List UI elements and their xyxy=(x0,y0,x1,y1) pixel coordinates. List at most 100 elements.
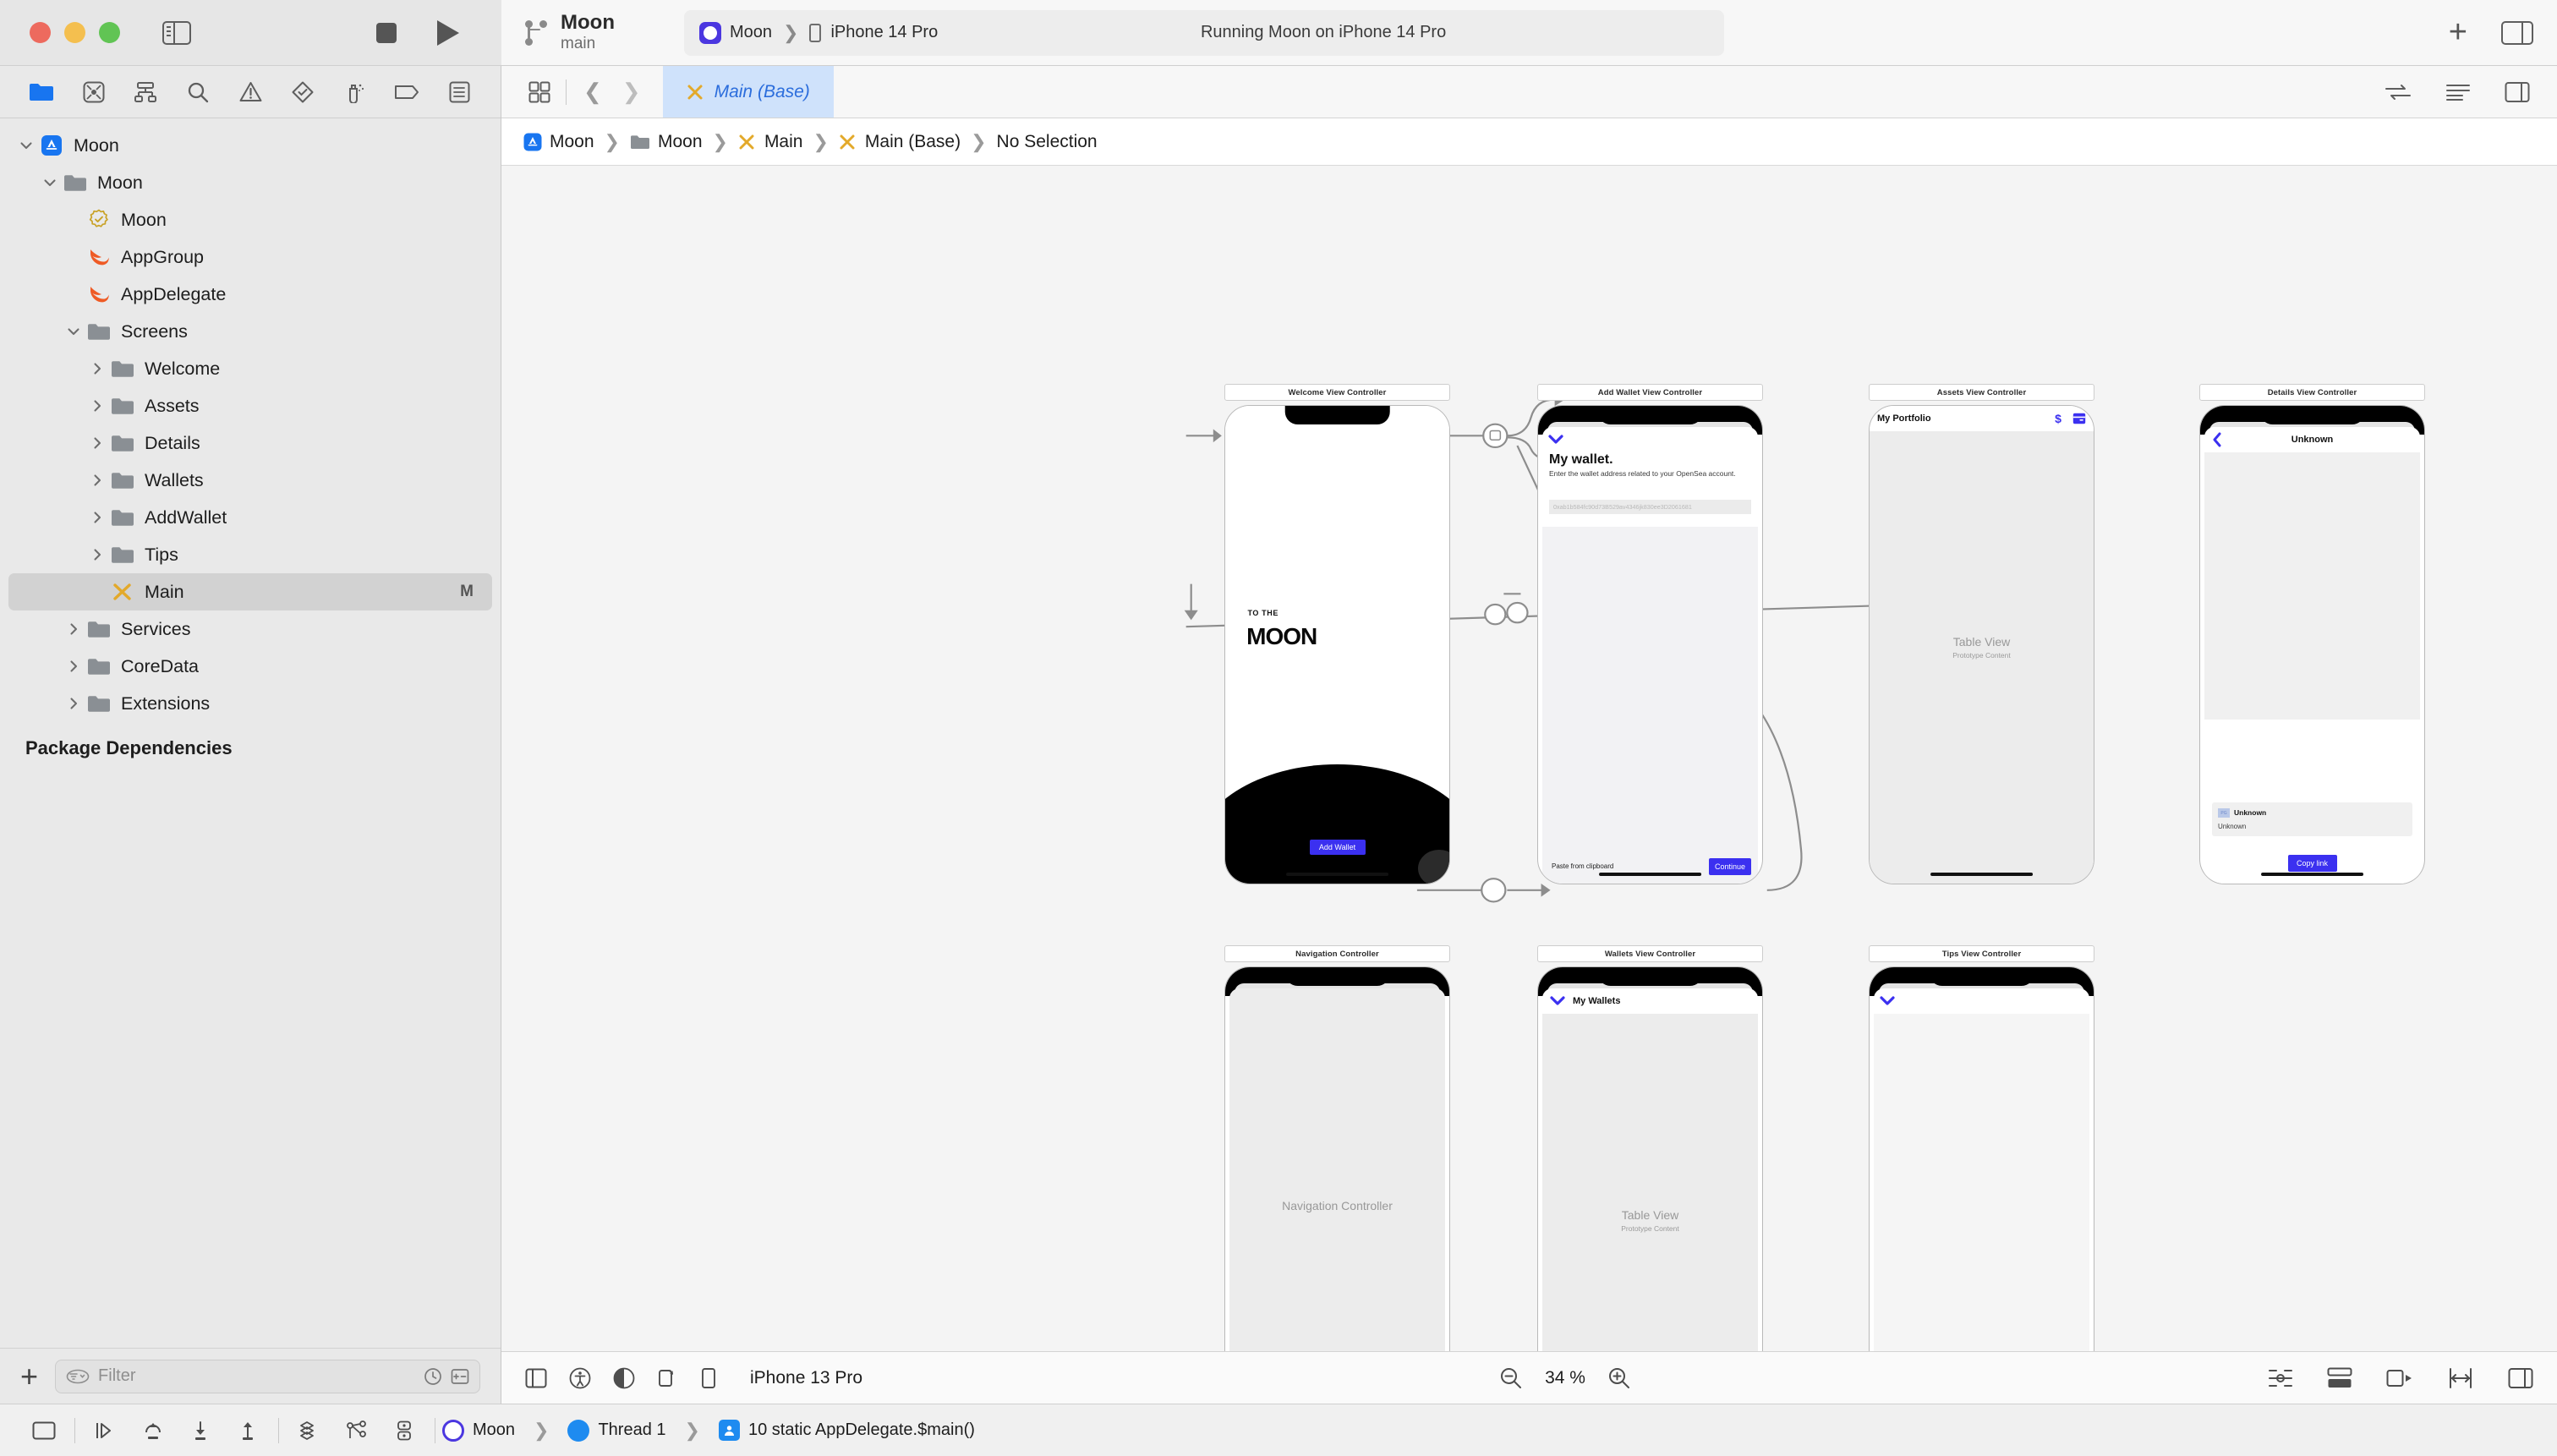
navigator-tab-hierarchy[interactable] xyxy=(120,66,172,118)
twisty-closed-icon[interactable] xyxy=(86,512,108,523)
dismiss-chevron-icon[interactable] xyxy=(1548,434,1563,449)
continue-button[interactable]: Continue xyxy=(1709,858,1751,875)
welcome-add-wallet-button[interactable]: Add Wallet xyxy=(1309,840,1366,855)
project-info[interactable]: Moon main xyxy=(561,11,615,53)
wallet-address-input[interactable]: 0xab1b584fc90d73B529av4346jk830ee3D20616… xyxy=(1549,500,1751,514)
breadcrumb-item-0[interactable]: Moon xyxy=(523,132,594,152)
breadcrumb-item-1[interactable]: Moon xyxy=(630,132,703,152)
resolve-issues-icon[interactable] xyxy=(2386,1367,2413,1389)
embed-icon[interactable] xyxy=(2327,1367,2352,1389)
navigator-row-assets[interactable]: Assets xyxy=(0,387,501,424)
assets-table-view[interactable]: Table View Prototype Content xyxy=(1870,431,2094,884)
window-controls[interactable] xyxy=(0,22,120,43)
assets-phone[interactable]: My Portfolio $ Table View Prototype Cont… xyxy=(1869,405,2094,884)
welcome-phone[interactable]: TO THE MOON Add Wallet xyxy=(1224,405,1450,884)
canvas-device-label[interactable]: iPhone 13 Pro xyxy=(750,1368,862,1388)
navigator-tab-project[interactable] xyxy=(15,66,68,118)
scene-title-tips[interactable]: Tips View Controller xyxy=(1869,945,2094,962)
navigator-row-appgroup[interactable]: AppGroup xyxy=(0,238,501,276)
breadcrumb[interactable]: Moon ❯ Moon ❯ Main ❯ Main (Base) ❯ No Se… xyxy=(501,118,2557,166)
destination-name[interactable]: iPhone 14 Pro xyxy=(830,23,938,42)
debug-breadcrumb[interactable]: Moon ❯ Thread 1 ❯ 10 static AppDelegate.… xyxy=(442,1419,975,1442)
scheme-selector[interactable]: Moon xyxy=(698,21,772,44)
toggle-inspector-icon[interactable] xyxy=(2501,20,2533,45)
device-variant-icon[interactable] xyxy=(701,1367,716,1389)
scene-title-add-wallet[interactable]: Add Wallet View Controller xyxy=(1537,384,1763,401)
toggle-debug-area-icon[interactable] xyxy=(20,1421,68,1440)
step-out-icon[interactable] xyxy=(224,1420,271,1441)
scene-title-assets[interactable]: Assets View Controller xyxy=(1869,384,2094,401)
scene-title-wallets[interactable]: Wallets View Controller xyxy=(1537,945,1763,962)
storyboard-canvas[interactable]: Welcome View Controller TO THE MOON Add … xyxy=(501,166,2557,1351)
go-forward-icon[interactable]: ❯ xyxy=(612,79,651,105)
wallets-table-view[interactable]: Table View Prototype Content Add Wallet … xyxy=(1542,1014,1758,1351)
navigator-row-appdelegate[interactable]: AppDelegate xyxy=(0,276,501,313)
twisty-open-icon[interactable] xyxy=(39,178,61,187)
navigator-row-welcome[interactable]: Welcome xyxy=(0,350,501,387)
navigator-row-tips[interactable]: Tips xyxy=(0,536,501,573)
scene-title-welcome[interactable]: Welcome View Controller xyxy=(1224,384,1450,401)
twisty-closed-icon[interactable] xyxy=(86,549,108,561)
add-file-icon[interactable]: + xyxy=(20,1361,38,1391)
minimap-toggle-icon[interactable] xyxy=(520,81,559,103)
copy-link-button[interactable]: Copy link xyxy=(2287,855,2337,872)
navigator-row-moon[interactable]: Moon xyxy=(0,127,501,164)
details-item-card[interactable]: PG Unknown Unknown xyxy=(2212,802,2412,836)
scheme-status-bar[interactable]: Moon ❯ iPhone 14 Pro Running Moon on iPh… xyxy=(683,9,1724,56)
breadcrumb-item-4[interactable]: No Selection xyxy=(997,132,1098,152)
navigator-tab-tests[interactable] xyxy=(277,66,329,118)
toggle-inspector-icon-2[interactable] xyxy=(2508,1367,2533,1389)
navigator-tab-source-control[interactable] xyxy=(68,66,120,118)
simulate-location-icon[interactable] xyxy=(381,1420,428,1441)
scene-navigation-controller[interactable]: Navigation Controller Navigation Control… xyxy=(1224,945,1450,1351)
details-phone[interactable]: Unknown PG Unknown Unknown Copy link xyxy=(2199,405,2425,884)
navigator-tab-debug[interactable] xyxy=(329,66,381,118)
scene-title-details[interactable]: Details View Controller xyxy=(2199,384,2425,401)
twisty-open-icon[interactable] xyxy=(63,327,85,336)
twisty-closed-icon[interactable] xyxy=(86,400,108,412)
navigator-row-coredata[interactable]: CoreData xyxy=(0,648,501,685)
twisty-closed-icon[interactable] xyxy=(86,437,108,449)
navigator-row-screens[interactable]: Screens xyxy=(0,313,501,350)
navigator-row-extensions[interactable]: Extensions xyxy=(0,685,501,715)
navigator-tab-reports[interactable] xyxy=(433,66,485,118)
add-editor-right-icon[interactable] xyxy=(2505,81,2530,103)
scene-details[interactable]: Details View Controller Unknown PG Unkno… xyxy=(2199,384,2425,884)
zoom-in-icon[interactable] xyxy=(1607,1366,1631,1390)
minimize-button[interactable] xyxy=(64,22,85,43)
navigator-row-moon[interactable]: Moon xyxy=(0,201,501,238)
twisty-closed-icon[interactable] xyxy=(63,698,85,709)
dismiss-chevron-icon-3[interactable] xyxy=(1880,995,1895,1010)
navigator-tab-issues[interactable] xyxy=(224,66,277,118)
navigator-row-addwallet[interactable]: AddWallet xyxy=(0,499,501,536)
continue-execution-icon[interactable] xyxy=(82,1421,129,1440)
filter-input[interactable]: Filter xyxy=(55,1359,480,1393)
package-dependencies-header[interactable]: Package Dependencies xyxy=(0,715,501,759)
scene-assets[interactable]: Assets View Controller My Portfolio $ Ta… xyxy=(1869,384,2094,884)
breadcrumb-item-2[interactable]: Main xyxy=(738,132,802,152)
step-over-icon[interactable] xyxy=(129,1420,177,1441)
close-button[interactable] xyxy=(30,22,51,43)
editor-options-icon[interactable] xyxy=(2445,82,2471,102)
view-hierarchy-icon[interactable] xyxy=(286,1420,333,1441)
navigator-row-services[interactable]: Services xyxy=(0,610,501,648)
twisty-closed-icon[interactable] xyxy=(63,623,85,635)
align-icon[interactable] xyxy=(2268,1366,2293,1390)
navcontroller-phone[interactable]: Navigation Controller xyxy=(1224,966,1450,1351)
add-wallet-phone[interactable]: My wallet. Enter the wallet address rela… xyxy=(1537,405,1763,884)
breadcrumb-item-3[interactable]: Main (Base) xyxy=(839,132,961,152)
twisty-closed-icon[interactable] xyxy=(86,474,108,486)
run-button[interactable] xyxy=(437,19,459,46)
navigator-tab-breakpoints[interactable] xyxy=(381,66,433,118)
step-into-icon[interactable] xyxy=(177,1420,224,1441)
go-back-icon[interactable]: ❮ xyxy=(573,79,612,105)
dismiss-chevron-icon-2[interactable] xyxy=(1550,996,1565,1006)
twisty-closed-icon[interactable] xyxy=(63,660,85,672)
toggle-navigator-icon[interactable] xyxy=(162,20,191,45)
document-outline-icon[interactable] xyxy=(525,1368,547,1388)
add-editor-icon[interactable]: + xyxy=(2449,16,2467,48)
wallet-icon[interactable] xyxy=(2072,413,2086,424)
back-chevron-icon[interactable] xyxy=(2212,432,2222,447)
scene-add-wallet[interactable]: Add Wallet View Controller My wallet. En… xyxy=(1537,384,1763,884)
accessibility-icon[interactable] xyxy=(569,1367,591,1389)
